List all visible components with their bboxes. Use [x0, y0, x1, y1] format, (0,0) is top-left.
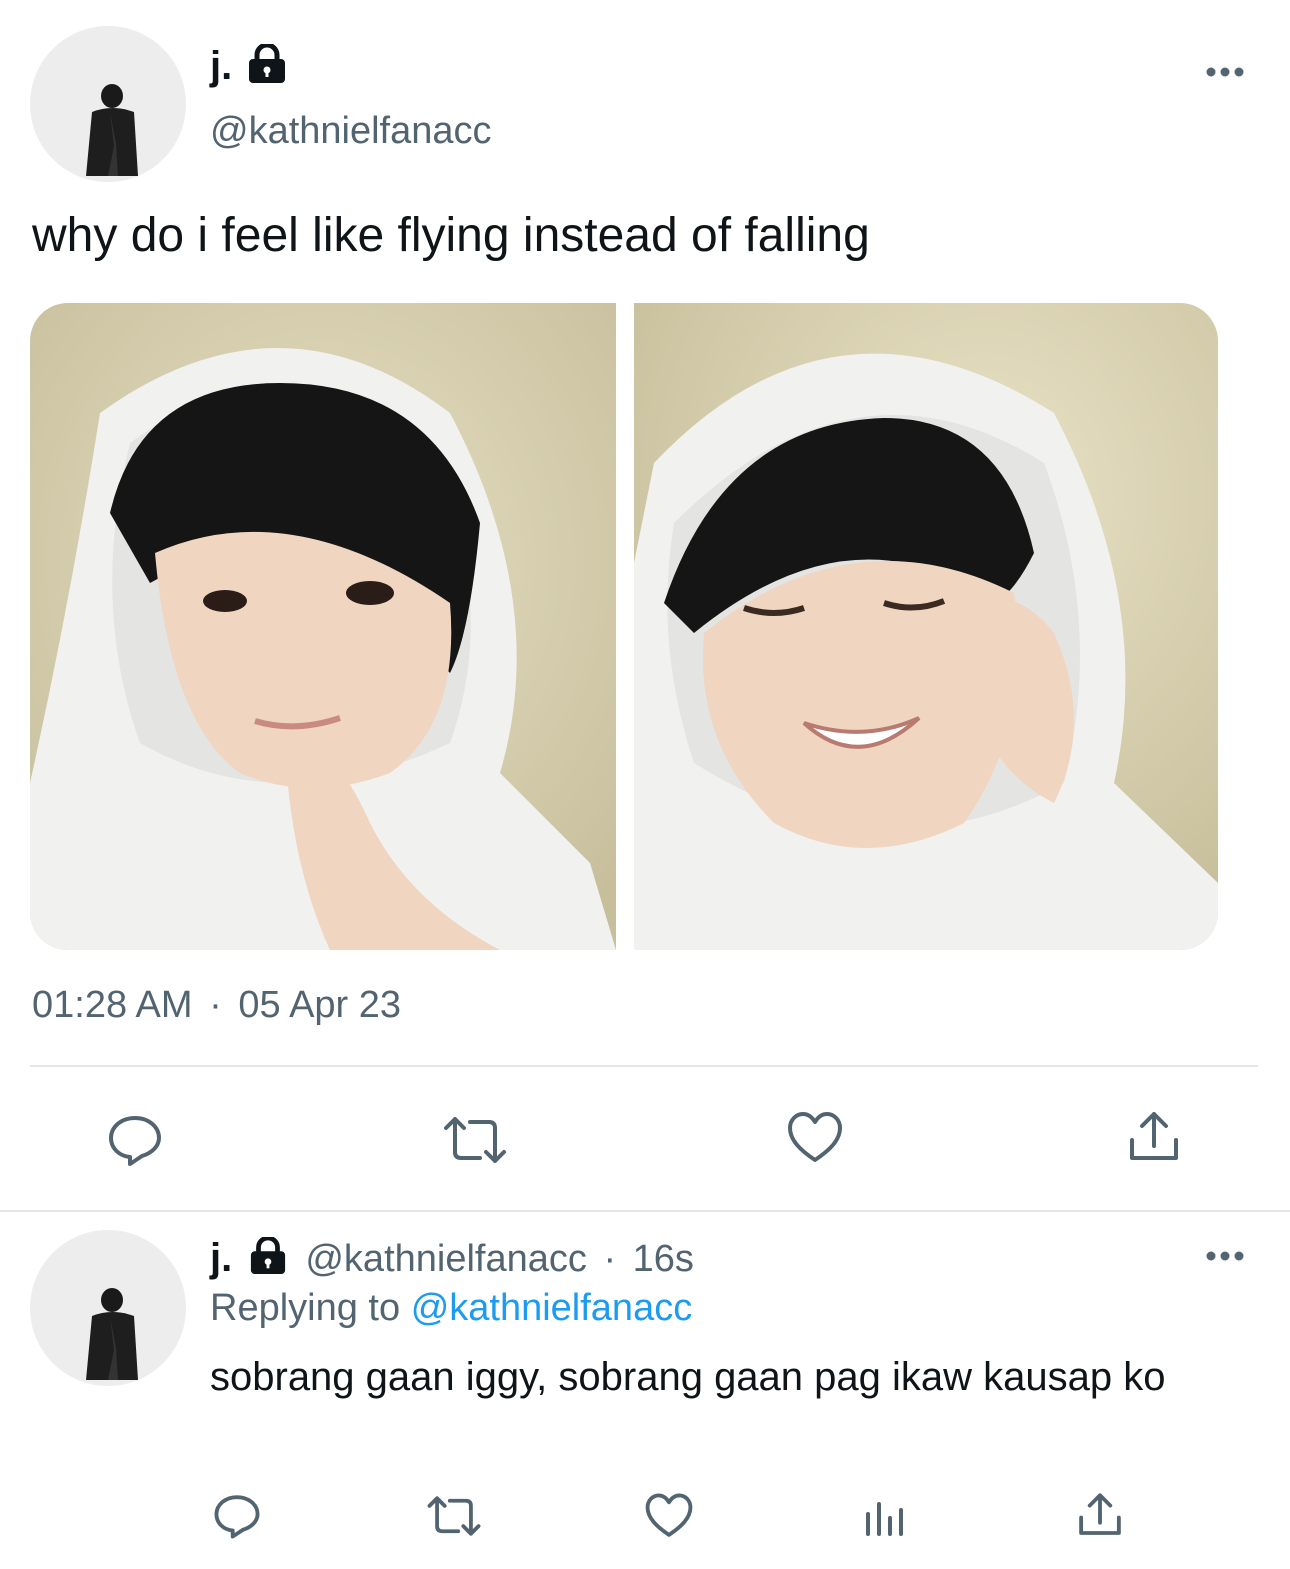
more-icon[interactable] — [1203, 60, 1247, 89]
reply-display-name[interactable]: j. — [210, 1236, 232, 1280]
reply-avatar[interactable] — [30, 1230, 186, 1386]
reply-header: j. @kathnielfanacc · 16s — [210, 1235, 694, 1285]
tweet-time: 01:28 AM — [32, 984, 193, 1026]
replying-to: Replying to @kathnielfanacc — [210, 1287, 692, 1330]
share-icon[interactable] — [1076, 1490, 1124, 1540]
reply-icon[interactable] — [106, 1112, 164, 1168]
reply-icon[interactable] — [212, 1492, 262, 1540]
replying-prefix: Replying to — [210, 1287, 401, 1329]
like-icon[interactable] — [644, 1492, 694, 1540]
display-name[interactable]: j. — [210, 44, 232, 89]
like-icon[interactable] — [786, 1110, 844, 1166]
share-icon[interactable] — [1126, 1108, 1182, 1166]
timestamp[interactable]: 01:28 AM · 05 Apr 23 — [32, 984, 401, 1027]
avatar[interactable] — [30, 26, 186, 182]
lock-icon — [245, 42, 289, 89]
tweet-photo-2[interactable] — [634, 303, 1218, 950]
reply-handle[interactable]: @kathnielfanacc — [305, 1238, 587, 1280]
analytics-icon[interactable] — [862, 1494, 906, 1538]
divider — [0, 1210, 1290, 1212]
reply-age[interactable]: 16s — [633, 1238, 694, 1280]
divider — [30, 1065, 1258, 1067]
retweet-icon[interactable] — [424, 1494, 484, 1538]
retweet-icon[interactable] — [440, 1114, 510, 1166]
lock-icon — [247, 1235, 289, 1285]
reply-text: sobrang gaan iggy, sobrang gaan pag ikaw… — [210, 1355, 1166, 1399]
tweet-text: why do i feel like flying instead of fal… — [32, 209, 870, 262]
separator: · — [603, 1238, 617, 1280]
tweet-date: 05 Apr 23 — [238, 984, 402, 1026]
more-icon[interactable] — [1203, 1244, 1247, 1273]
replying-mention[interactable]: @kathnielfanacc — [411, 1287, 693, 1329]
separator: · — [209, 984, 222, 1026]
tweet-photo-1[interactable] — [30, 303, 616, 950]
handle[interactable]: @kathnielfanacc — [210, 110, 492, 153]
